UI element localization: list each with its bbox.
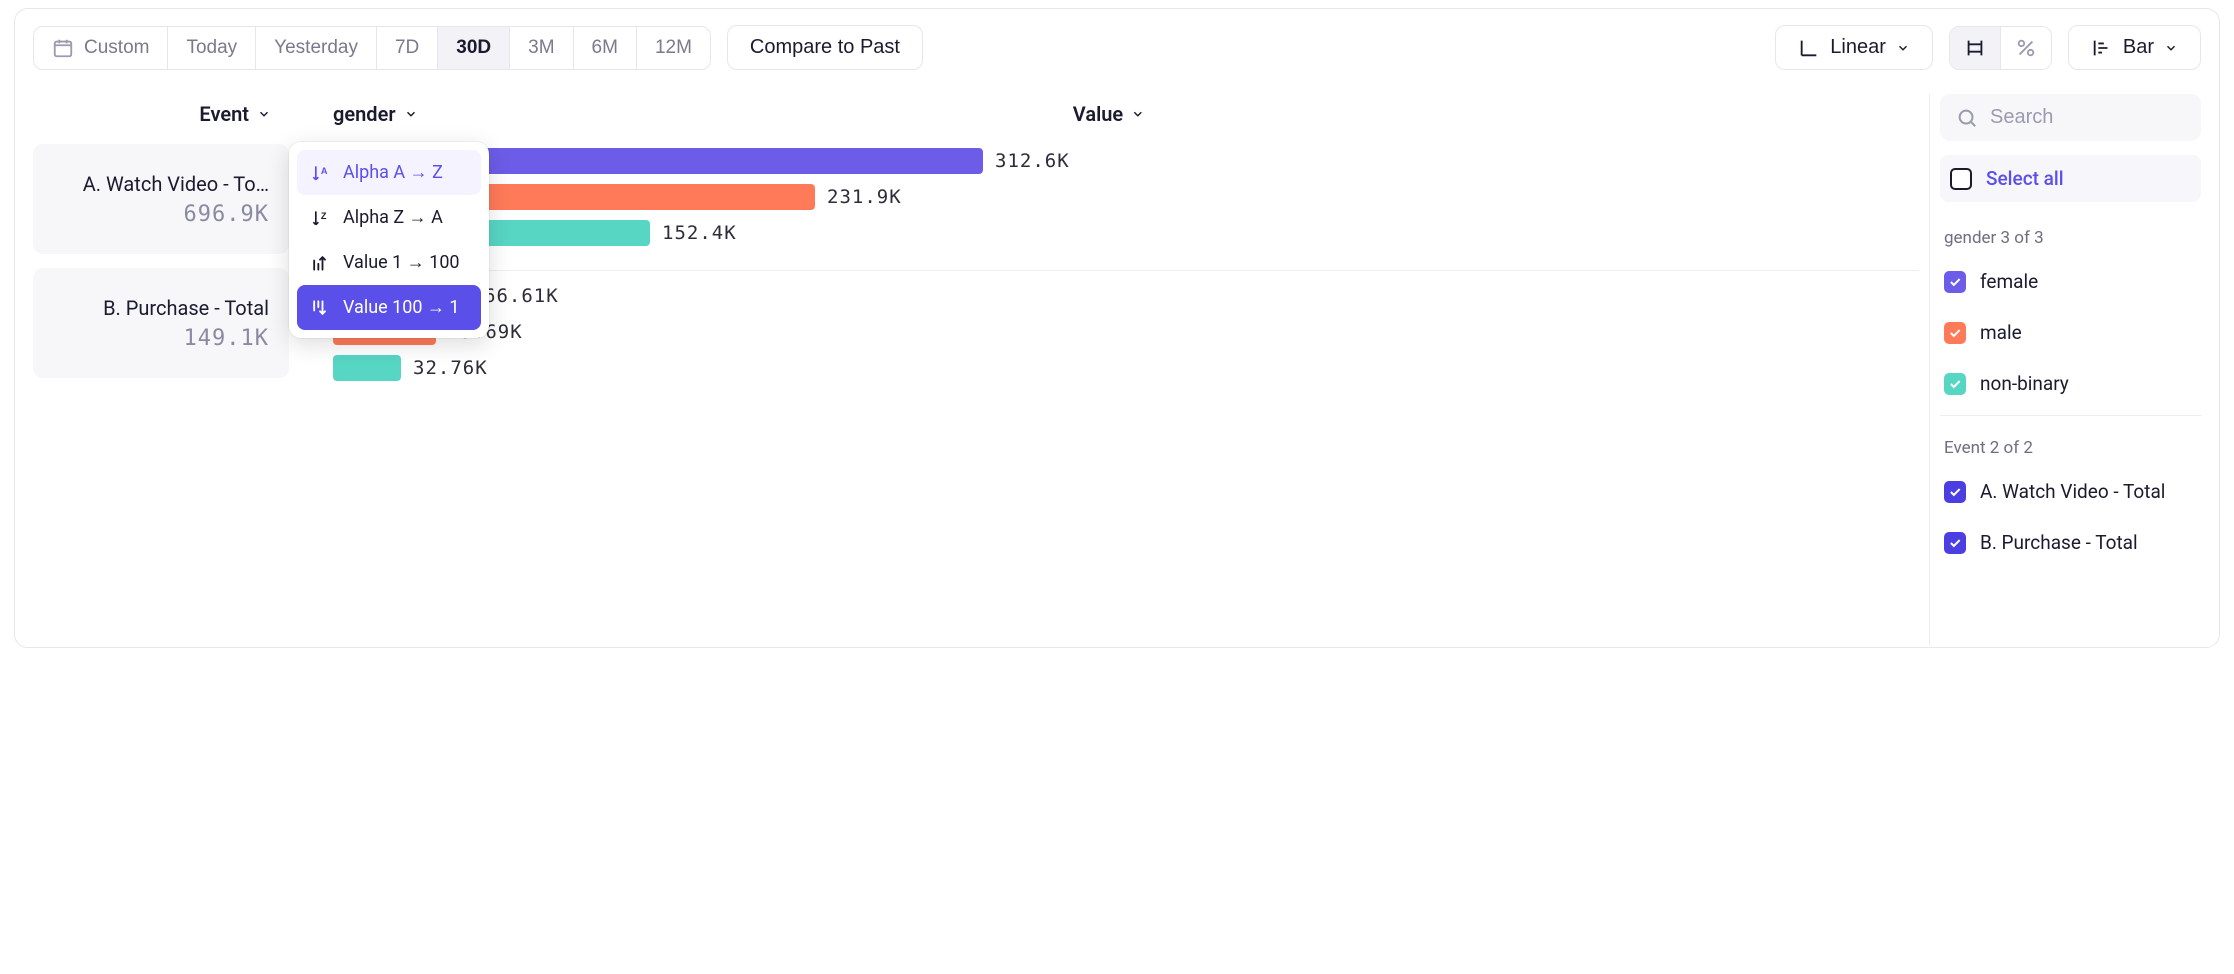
event-card[interactable]: A. Watch Video - To… 696.9K: [33, 144, 289, 254]
compare-label: Compare to Past: [750, 36, 900, 59]
chart-type-label: Bar: [2123, 36, 2154, 59]
chevron-down-icon: [404, 107, 418, 121]
filter-label: A. Watch Video - Total: [1980, 480, 2165, 503]
filter-item-gender[interactable]: male: [1940, 313, 2201, 352]
time-range-30d[interactable]: 30D: [438, 27, 510, 69]
time-range-6m[interactable]: 6M: [574, 27, 637, 69]
bar-group: 312.6K 231.9K 152.4K: [333, 148, 1919, 271]
chart-panel: Custom TodayYesterday7D30D3M6M12M Compar…: [14, 8, 2220, 648]
chevron-down-icon: [2164, 41, 2178, 55]
time-range-12m[interactable]: 12M: [637, 27, 710, 69]
chart-area: gender Value 312.6K 231.9K 152.4K 66.61K 49.…: [289, 94, 1929, 646]
chevron-down-icon: [1131, 107, 1145, 121]
filter-group-title-gender: gender 3 of 3: [1940, 220, 2201, 262]
checkbox-icon: [1944, 373, 1966, 395]
bar-row: 231.9K: [333, 184, 1919, 210]
svg-text:A: A: [321, 165, 328, 175]
filter-search-input[interactable]: [1990, 106, 2220, 129]
checkbox-icon: [1944, 322, 1966, 344]
event-column: Event A. Watch Video - To… 696.9K B. Purch…: [33, 94, 289, 646]
chart-body: Event A. Watch Video - To… 696.9K B. Purch…: [33, 94, 2201, 646]
filter-label: B. Purchase - Total: [1980, 531, 2138, 554]
sort-option-label: Alpha Z → A: [343, 207, 443, 228]
chevron-down-icon: [1896, 41, 1910, 55]
bar[interactable]: [333, 355, 401, 381]
filter-item-event[interactable]: A. Watch Video - Total: [1940, 472, 2201, 511]
scale-label: Linear: [1830, 36, 1886, 59]
linear-icon: [1798, 37, 1820, 59]
format-percent-button[interactable]: [2001, 27, 2051, 69]
time-range-custom-label: Custom: [84, 37, 149, 59]
filter-item-gender[interactable]: non-binary: [1940, 364, 2201, 403]
sort-option-label: Value 1 → 100: [343, 252, 460, 273]
time-range-custom[interactable]: Custom: [34, 27, 168, 69]
filter-item-gender[interactable]: female: [1940, 262, 2201, 301]
sort-option-label: Value 100 → 1: [343, 297, 460, 318]
sort-alpha-desc-icon: Z: [309, 208, 331, 228]
bar-value-label: 32.76K: [413, 357, 488, 379]
filter-label: female: [1980, 270, 2038, 293]
format-number-button[interactable]: [1950, 27, 2001, 69]
checkbox-icon: [1950, 168, 1972, 190]
chevron-down-icon: [257, 107, 271, 121]
time-range-yesterday[interactable]: Yesterday: [256, 27, 377, 69]
sort-alpha-asc-icon: A: [309, 163, 331, 183]
bar-row: 49.69K: [333, 319, 1919, 345]
search-icon: [1956, 107, 1978, 129]
bar-row: 152.4K: [333, 220, 1919, 246]
time-range-today[interactable]: Today: [168, 27, 256, 69]
event-total: 696.9K: [53, 202, 269, 227]
event-name: B. Purchase - Total: [53, 296, 269, 320]
divider: [1940, 415, 2201, 416]
bar-chart-icon: [2091, 37, 2113, 59]
select-all-label: Select all: [1986, 167, 2064, 190]
time-range-7d[interactable]: 7D: [377, 27, 438, 69]
compare-to-past-button[interactable]: Compare to Past: [727, 25, 923, 70]
filter-group-title-event: Event 2 of 2: [1940, 430, 2201, 472]
sort-num-desc-icon: [309, 298, 331, 318]
filter-label: non-binary: [1980, 372, 2069, 395]
filter-panel: Select all gender 3 of 3 female male non-b…: [1929, 94, 2201, 646]
checkbox-icon: [1944, 532, 1966, 554]
groupby-header-label: gender: [333, 102, 396, 126]
checkbox-icon: [1944, 271, 1966, 293]
bar-value-label: 231.9K: [827, 186, 902, 208]
select-all-toggle[interactable]: Select all: [1940, 155, 2201, 202]
event-column-header[interactable]: Event: [33, 94, 289, 144]
groupby-column-header[interactable]: gender: [333, 94, 418, 144]
value-column-header[interactable]: Value: [1073, 94, 1145, 144]
filter-label: male: [1980, 321, 2022, 344]
time-range-3m[interactable]: 3M: [510, 27, 573, 69]
bar-group: 66.61K 49.69K 32.76K: [333, 283, 1919, 405]
sort-option[interactable]: Value 100 → 1: [297, 285, 481, 330]
bar-value-label: 312.6K: [995, 150, 1070, 172]
bar-value-label: 152.4K: [662, 222, 737, 244]
sort-num-asc-icon: [309, 253, 331, 273]
filter-item-event[interactable]: B. Purchase - Total: [1940, 523, 2201, 562]
bar-row: 312.6K: [333, 148, 1919, 174]
sort-option[interactable]: Value 1 → 100: [297, 240, 481, 285]
calendar-icon: [52, 37, 74, 59]
bar-row: 32.76K: [333, 355, 1919, 381]
chart-type-select[interactable]: Bar: [2068, 25, 2201, 70]
scale-select[interactable]: Linear: [1775, 25, 1933, 70]
sort-dropdown: A Alpha A → Z Z Alpha Z → A Value 1 → 100 Val…: [289, 142, 489, 338]
event-card[interactable]: B. Purchase - Total 149.1K: [33, 268, 289, 378]
chart-toolbar: Custom TodayYesterday7D30D3M6M12M Compar…: [33, 25, 2201, 70]
value-format-toggle: [1949, 26, 2052, 70]
event-name: A. Watch Video - To…: [53, 172, 269, 196]
sort-option[interactable]: A Alpha A → Z: [297, 150, 481, 195]
bar-value-label: 66.61K: [484, 285, 559, 307]
value-header-label: Value: [1073, 102, 1123, 126]
time-range-group: Custom TodayYesterday7D30D3M6M12M: [33, 26, 711, 70]
checkbox-icon: [1944, 481, 1966, 503]
event-header-label: Event: [199, 102, 249, 126]
filter-search[interactable]: [1940, 94, 2201, 141]
sort-option[interactable]: Z Alpha Z → A: [297, 195, 481, 240]
svg-text:Z: Z: [321, 210, 327, 220]
bar-row: 66.61K: [333, 283, 1919, 309]
event-total: 149.1K: [53, 326, 269, 351]
sort-option-label: Alpha A → Z: [343, 162, 443, 183]
